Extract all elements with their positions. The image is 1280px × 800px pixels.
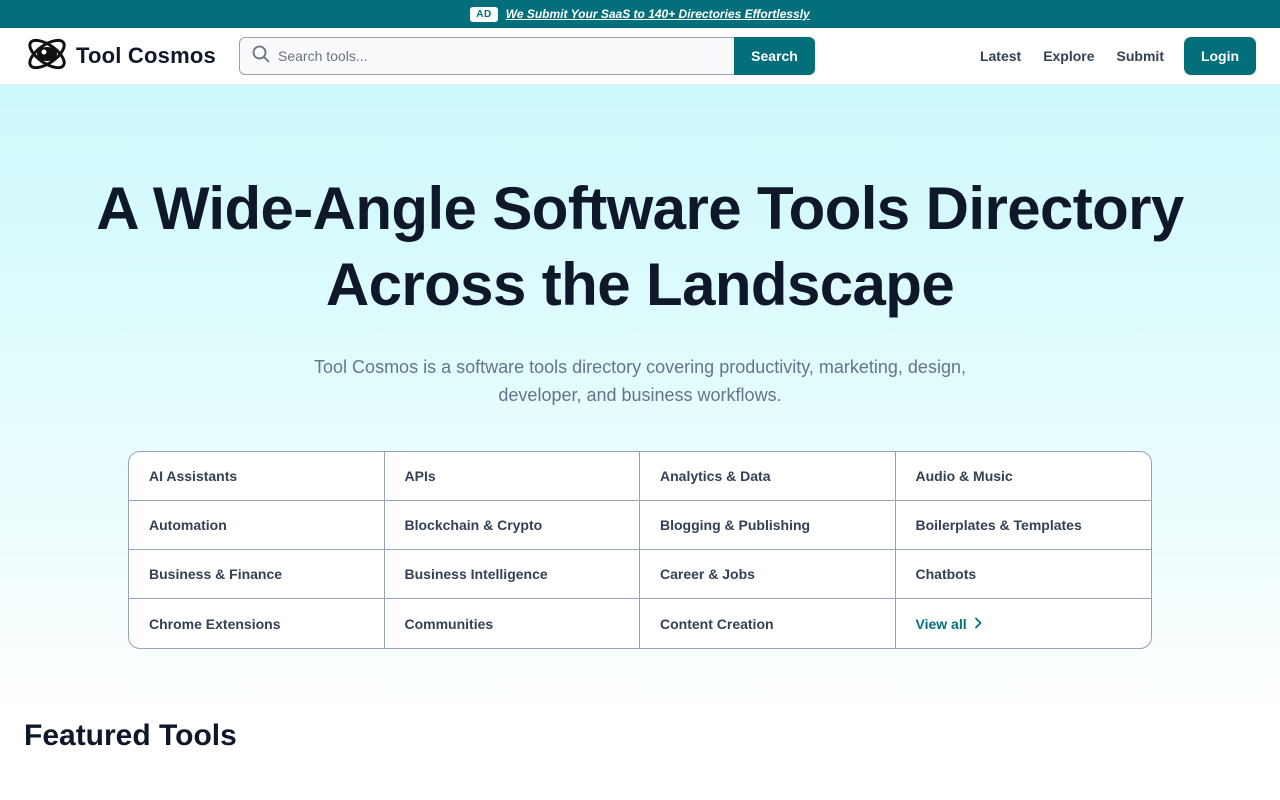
search-input[interactable]	[278, 48, 722, 64]
search-field[interactable]	[239, 37, 734, 75]
planet-orbit-icon	[24, 37, 70, 76]
search-icon	[252, 45, 270, 68]
logo-text: Tool Cosmos	[76, 43, 216, 68]
category-link[interactable]: Blockchain & Crypto	[384, 501, 640, 550]
nav-latest[interactable]: Latest	[980, 48, 1021, 64]
login-button[interactable]: Login	[1184, 37, 1256, 75]
chevron-right-icon	[973, 616, 983, 632]
category-link[interactable]: APIs	[384, 452, 640, 501]
logo[interactable]: Tool Cosmos	[24, 37, 239, 76]
category-link[interactable]: Communities	[385, 599, 640, 648]
category-link[interactable]: Business Intelligence	[384, 550, 640, 599]
category-link[interactable]: Analytics & Data	[640, 452, 896, 501]
hero-section: A Wide-Angle Software Tools Directory Ac…	[0, 85, 1280, 721]
search-button[interactable]: Search	[734, 37, 815, 75]
announcement-link[interactable]: We Submit Your SaaS to 140+ Directories …	[506, 7, 810, 21]
category-link[interactable]: Career & Jobs	[640, 550, 896, 599]
search-bar: Search	[239, 37, 815, 75]
category-link[interactable]: Blogging & Publishing	[640, 501, 896, 550]
view-all-link[interactable]: View all	[896, 599, 1152, 648]
featured-section: Featured Tools	[0, 719, 1280, 757]
category-grid: AI Assistants APIs Analytics & Data Audi…	[128, 451, 1152, 649]
category-link[interactable]: Boilerplates & Templates	[895, 501, 1151, 550]
featured-title: Featured Tools	[24, 719, 237, 752]
site-header: Tool Cosmos Search Latest Explore Submit…	[0, 28, 1280, 85]
category-link[interactable]: AI Assistants	[129, 452, 385, 501]
hero-subtitle: Tool Cosmos is a software tools director…	[314, 357, 966, 405]
category-link[interactable]: Chrome Extensions	[129, 599, 385, 648]
category-link[interactable]: Audio & Music	[895, 452, 1151, 501]
category-link[interactable]: Automation	[129, 501, 385, 550]
view-all-label: View all	[915, 615, 967, 632]
category-link[interactable]: Business & Finance	[129, 550, 385, 599]
category-link[interactable]: Content Creation	[640, 599, 896, 648]
nav-submit[interactable]: Submit	[1117, 48, 1164, 64]
announcement-bar: AD We Submit Your SaaS to 140+ Directori…	[0, 0, 1280, 28]
hero-title: A Wide-Angle Software Tools Directory Ac…	[96, 175, 1184, 318]
nav-explore[interactable]: Explore	[1043, 48, 1094, 64]
category-link[interactable]: Chatbots	[895, 550, 1151, 599]
ad-badge: AD	[470, 6, 498, 22]
main-nav: Latest Explore Submit Login	[958, 37, 1256, 75]
